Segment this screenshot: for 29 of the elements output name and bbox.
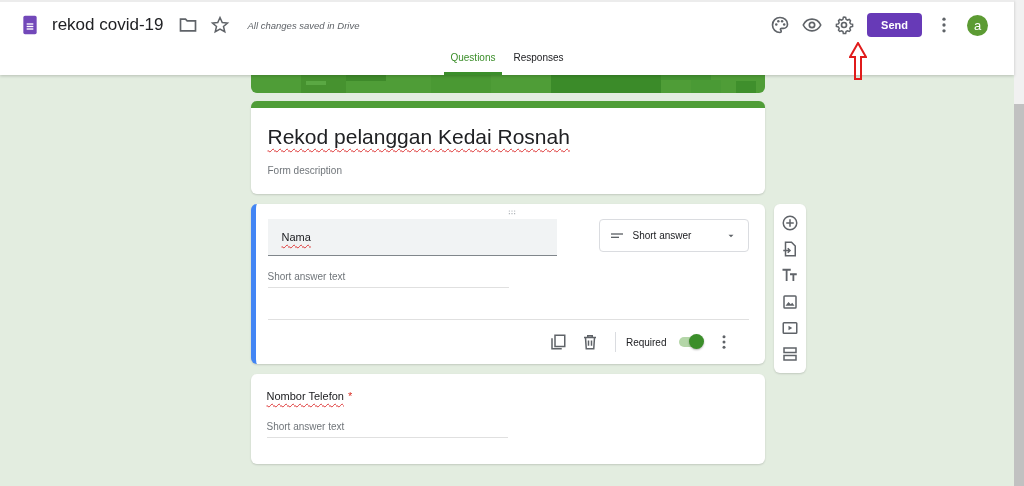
answer-field: Short answer text	[266, 421, 508, 438]
import-questions-icon[interactable]	[780, 240, 799, 259]
send-button[interactable]: Send	[867, 13, 922, 38]
settings-icon[interactable]	[834, 15, 854, 36]
dropdown-label: Short answer	[632, 230, 693, 241]
add-section-icon[interactable]	[780, 344, 799, 363]
add-question-icon[interactable]	[780, 214, 799, 233]
question-type-dropdown[interactable]: Short answer	[598, 219, 749, 252]
scrollbar-thumb[interactable]	[1014, 104, 1024, 486]
tab[interactable]: Responses	[507, 48, 570, 75]
palette-icon[interactable]	[770, 15, 790, 36]
question-title: Nombor Telefon *	[266, 390, 354, 402]
save-status: All changes saved in Drive	[247, 19, 360, 31]
question-card[interactable]: Nama Short answer Short answer text Required	[250, 204, 765, 364]
annotation-arrow	[849, 42, 867, 80]
form-title[interactable]: Rekod pelanggan Kedai Rosnah	[267, 125, 570, 152]
add-image-icon[interactable]	[780, 292, 799, 311]
description-field[interactable]: Form description	[267, 165, 748, 176]
required-label: Required	[625, 336, 667, 348]
question-card[interactable]: Nombor Telefon * Short answer text	[250, 374, 765, 464]
copy-icon[interactable]	[548, 333, 567, 351]
question-title-field[interactable]: Nama	[267, 219, 557, 256]
answer-field: Short answer text	[267, 271, 509, 288]
required-toggle[interactable]	[678, 337, 701, 347]
question-title: Nama	[281, 231, 311, 243]
document-title[interactable]: rekod covid-19	[52, 15, 164, 36]
required-asterisk: *	[347, 390, 353, 402]
star-icon[interactable]	[209, 15, 230, 36]
scrollbar[interactable]	[1014, 0, 1024, 486]
